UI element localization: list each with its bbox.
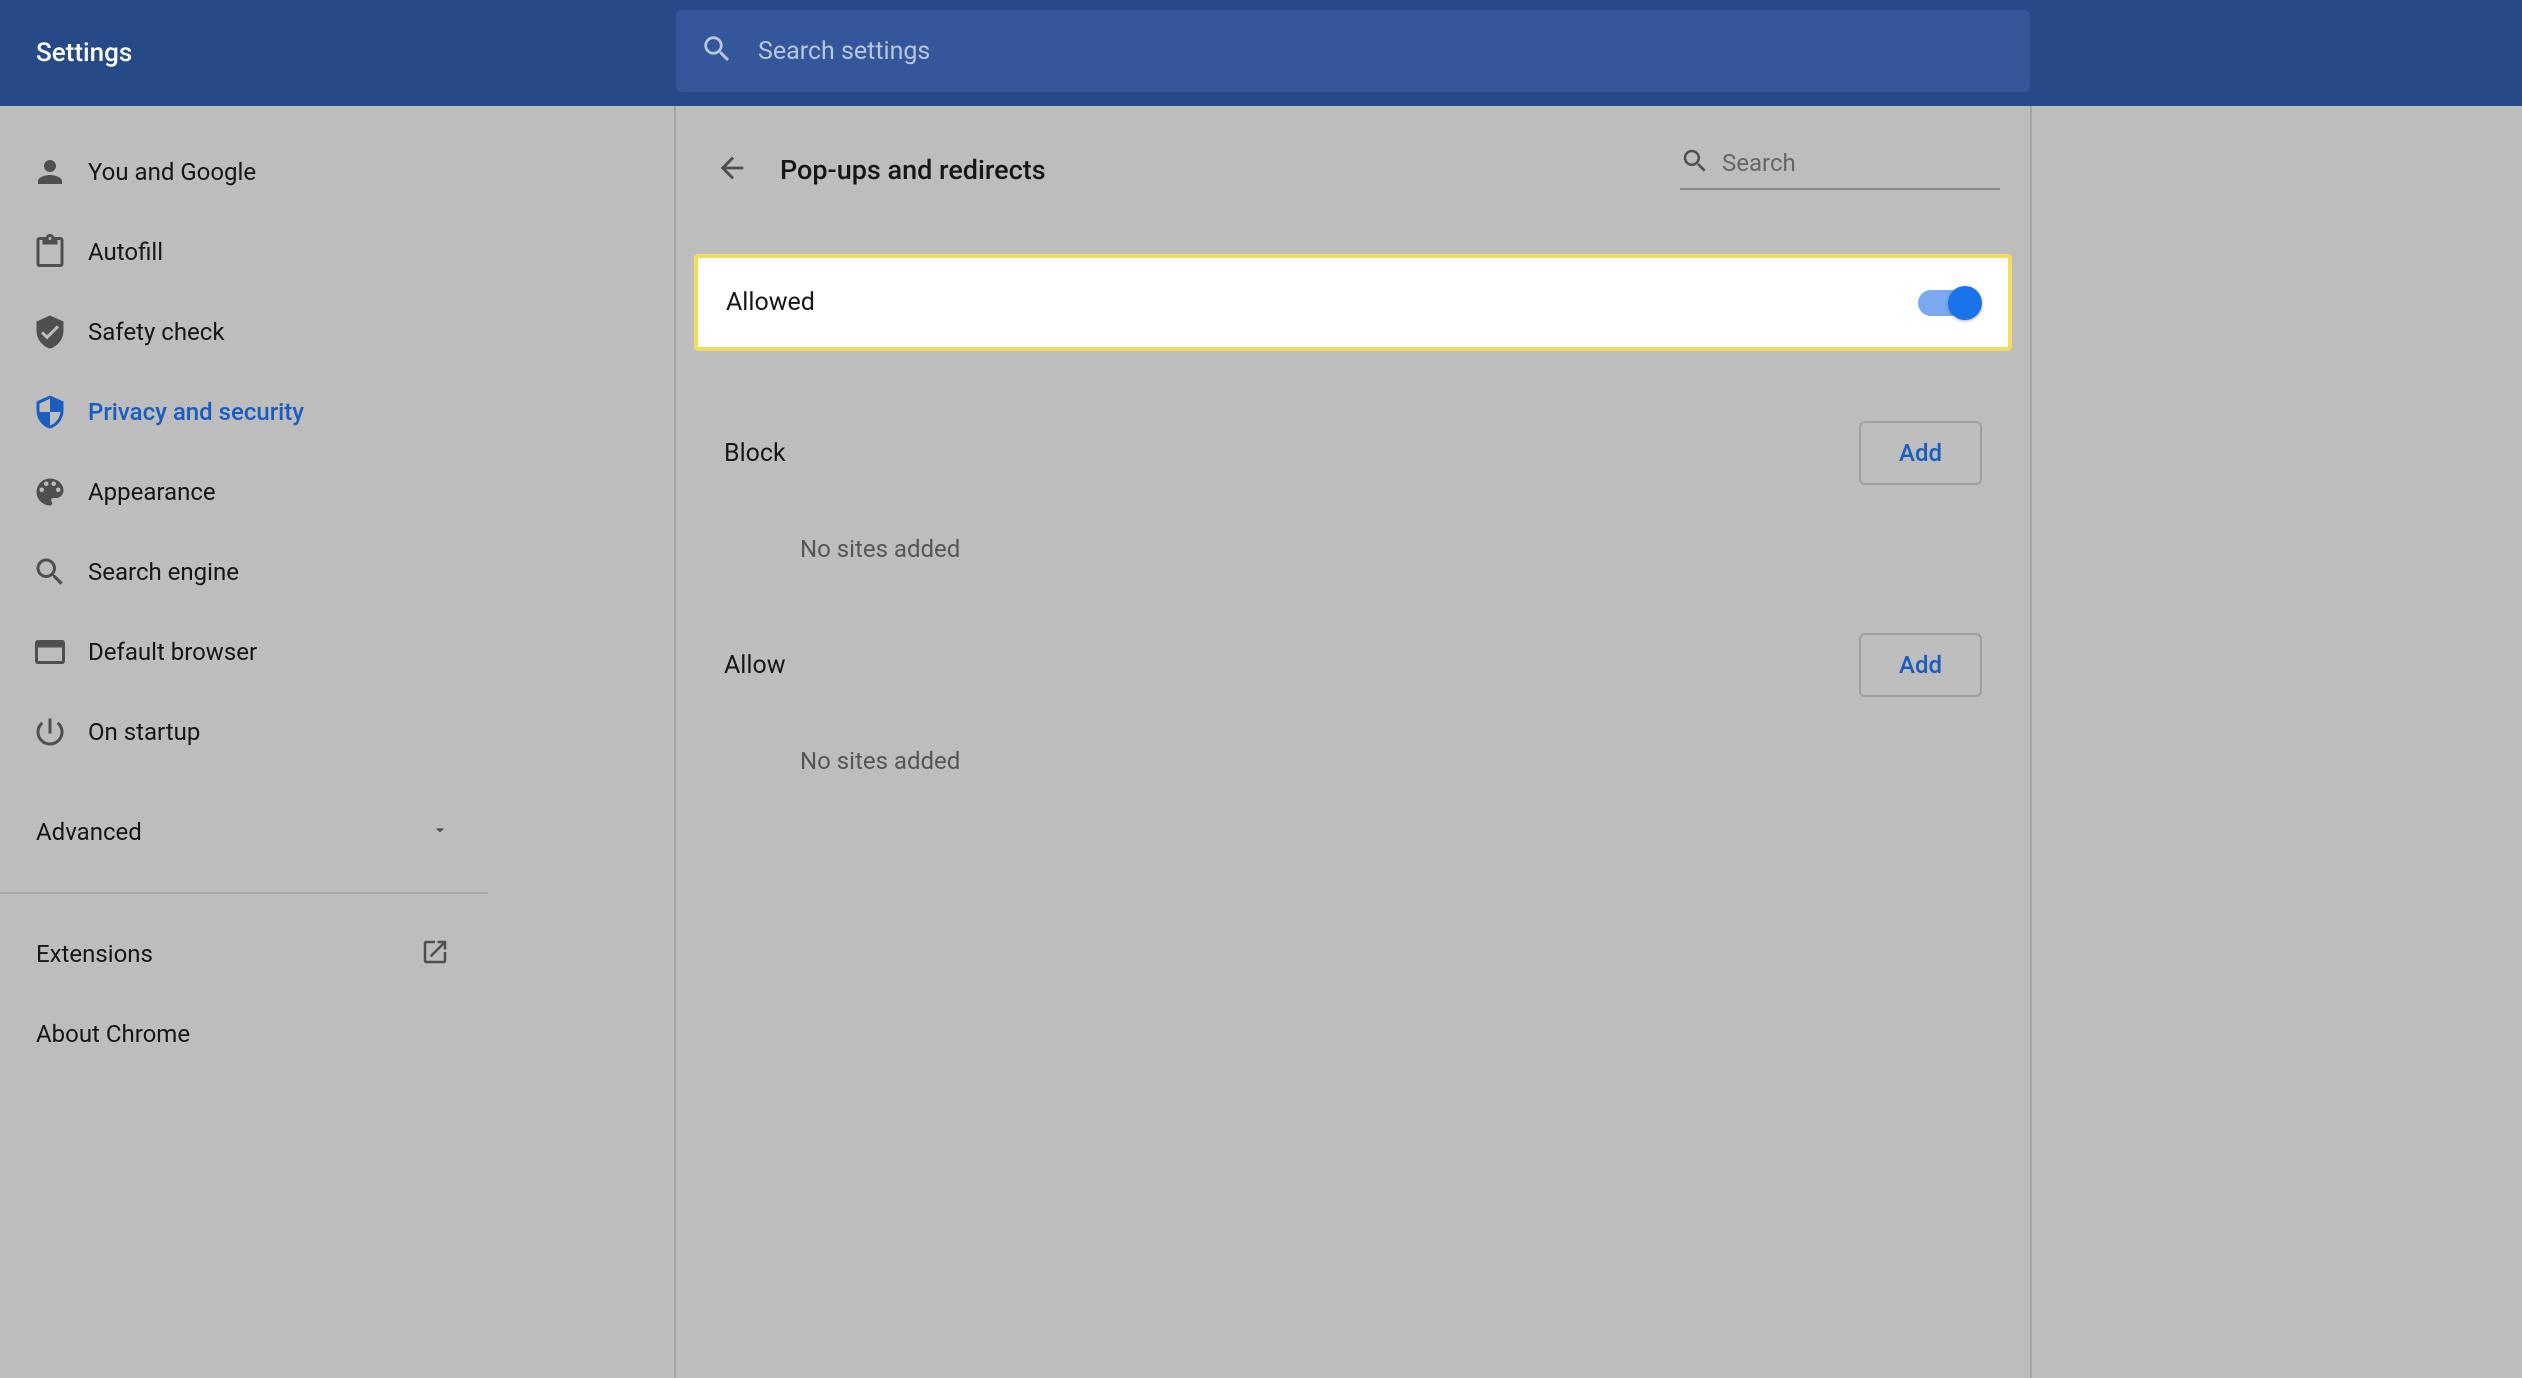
power-icon xyxy=(32,714,88,750)
sidebar-item-label: Default browser xyxy=(88,638,257,666)
sidebar-item-extensions[interactable]: Extensions xyxy=(0,914,488,994)
sidebar: You and Google Autofill Safety check xyxy=(0,106,674,1378)
extensions-label: Extensions xyxy=(36,940,153,968)
shield-icon xyxy=(32,394,88,430)
sidebar-item-label: You and Google xyxy=(88,158,256,186)
browser-icon xyxy=(32,634,88,670)
allowed-toggle[interactable] xyxy=(1918,290,1980,316)
sidebar-item-default-browser[interactable]: Default browser xyxy=(0,612,488,692)
arrow-back-icon xyxy=(715,151,749,189)
page-search-input[interactable] xyxy=(1722,149,2033,177)
allowed-label: Allowed xyxy=(726,288,815,317)
sidebar-item-label: On startup xyxy=(88,718,200,746)
advanced-label: Advanced xyxy=(36,818,142,846)
allow-heading: Allow xyxy=(724,651,786,680)
palette-icon xyxy=(32,474,88,510)
sidebar-item-search-engine[interactable]: Search engine xyxy=(0,532,488,612)
sidebar-item-label: Privacy and security xyxy=(88,398,304,426)
search-icon xyxy=(1680,146,1710,180)
sidebar-item-you-and-google[interactable]: You and Google xyxy=(0,132,488,212)
clipboard-icon xyxy=(32,234,88,270)
sidebar-item-autofill[interactable]: Autofill xyxy=(0,212,488,292)
shield-check-icon xyxy=(32,314,88,350)
sidebar-item-label: Autofill xyxy=(88,238,163,266)
person-icon xyxy=(32,154,88,190)
allow-add-button[interactable]: Add xyxy=(1859,633,1982,697)
search-icon xyxy=(700,32,734,70)
sidebar-item-label: Search engine xyxy=(88,558,239,586)
sidebar-item-appearance[interactable]: Appearance xyxy=(0,452,488,532)
settings-search-bar[interactable] xyxy=(676,10,2030,92)
page-search[interactable] xyxy=(1680,146,2000,190)
toggle-knob xyxy=(1948,286,1982,320)
page-title: Pop-ups and redirects xyxy=(780,154,1046,186)
sidebar-item-label: Safety check xyxy=(88,318,225,346)
sidebar-item-privacy-security[interactable]: Privacy and security xyxy=(0,372,488,452)
sidebar-advanced-toggle[interactable]: Advanced xyxy=(0,792,488,872)
about-label: About Chrome xyxy=(36,1020,190,1048)
app-title: Settings xyxy=(0,38,132,68)
back-button[interactable] xyxy=(708,146,756,194)
search-icon xyxy=(32,554,88,590)
allow-empty-message: No sites added xyxy=(694,697,2012,775)
block-heading: Block xyxy=(724,439,786,468)
block-add-button[interactable]: Add xyxy=(1859,421,1982,485)
sidebar-item-on-startup[interactable]: On startup xyxy=(0,692,488,772)
sidebar-item-label: Appearance xyxy=(88,478,216,506)
sidebar-divider xyxy=(0,892,488,894)
sidebar-item-about[interactable]: About Chrome xyxy=(0,994,488,1074)
sidebar-item-safety-check[interactable]: Safety check xyxy=(0,292,488,372)
settings-search-input[interactable] xyxy=(734,37,2030,66)
allowed-setting-row: Allowed xyxy=(694,254,2012,351)
external-link-icon xyxy=(420,937,450,971)
block-empty-message: No sites added xyxy=(694,485,2012,563)
chevron-down-icon xyxy=(430,820,450,844)
